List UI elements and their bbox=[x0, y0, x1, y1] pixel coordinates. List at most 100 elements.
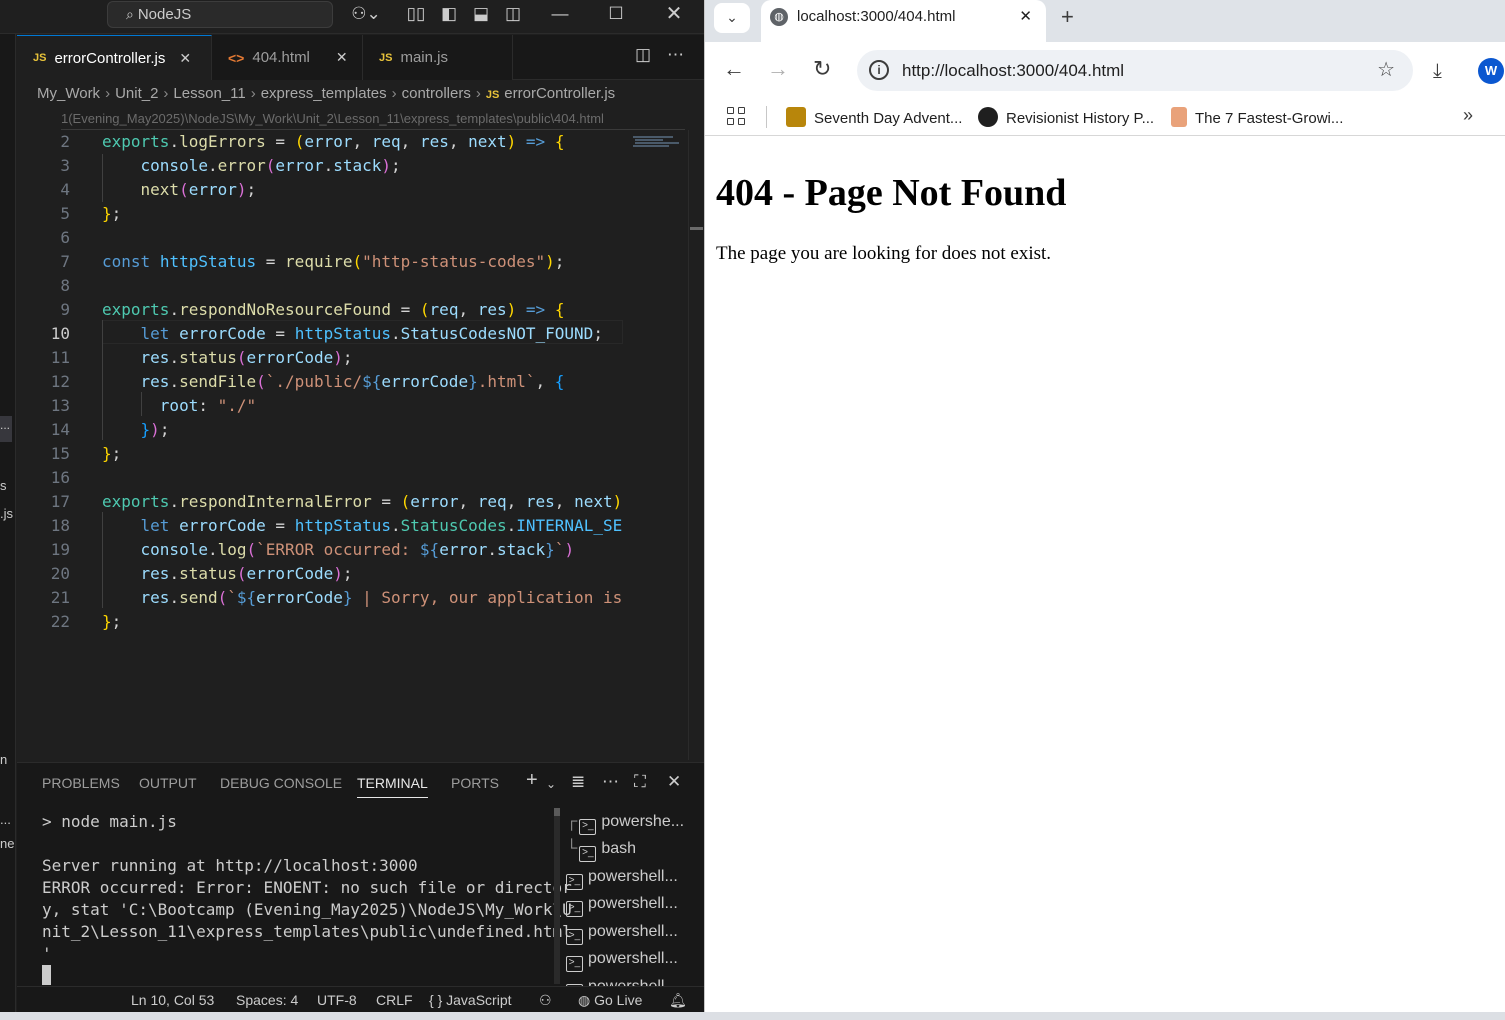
line-number: 20 bbox=[50, 564, 70, 583]
command-center-label: NodeJS bbox=[137, 6, 192, 23]
chevron-right-icon: › bbox=[105, 85, 111, 102]
sidebar-fragment[interactable]: n bbox=[0, 752, 7, 767]
tab-label: errorController.js bbox=[54, 49, 166, 67]
terminal-list-item[interactable]: >_ powershell... bbox=[566, 864, 704, 890]
language-mode[interactable]: { } JavaScript bbox=[429, 987, 512, 1012]
editor-scrollbar[interactable] bbox=[688, 130, 704, 760]
address-bar[interactable]: i http://localhost:3000/404.html ☆ bbox=[857, 50, 1413, 91]
split-editor-icon[interactable]: ◫ bbox=[635, 45, 651, 65]
sidebar-fragment: ... bbox=[0, 418, 11, 432]
page-viewport: 404 - Page Not Found The page you are lo… bbox=[705, 137, 1505, 1012]
minimap[interactable] bbox=[623, 130, 688, 760]
code-line: 10 let errorCode = httpStatus.StatusCode… bbox=[17, 322, 623, 346]
tab-main-js[interactable]: JS main.js bbox=[363, 35, 513, 80]
bookmark-star-icon[interactable]: ☆ bbox=[1377, 50, 1395, 91]
terminal-list-item[interactable]: ┌ >_ powershe... bbox=[566, 809, 704, 835]
sidebar-fragment[interactable]: ... bbox=[0, 812, 11, 827]
encoding[interactable]: UTF-8 bbox=[317, 987, 357, 1012]
tab-404-html[interactable]: <> 404.html ✕ bbox=[212, 35, 363, 80]
go-live-button[interactable]: ◍ Go Live bbox=[578, 987, 642, 1012]
line-number: 3 bbox=[60, 156, 70, 175]
profile-avatar[interactable]: W bbox=[1478, 58, 1504, 84]
bookmark-label: Seventh Day Advent... bbox=[814, 110, 963, 127]
clear-terminal-icon[interactable]: ≣ bbox=[571, 772, 585, 792]
code-text: }; bbox=[102, 204, 122, 223]
close-tab-icon[interactable]: ✕ bbox=[179, 50, 191, 67]
code-text: let errorCode = httpStatus.StatusCodes.I… bbox=[140, 516, 623, 535]
sidebar-fragment[interactable]: s bbox=[0, 478, 7, 493]
toggle-panel-icon[interactable]: ⬓ bbox=[470, 4, 492, 24]
customize-layout-icon[interactable]: ▯▯ bbox=[405, 4, 427, 24]
reload-icon[interactable]: ↻ bbox=[813, 56, 831, 82]
close-tab-icon[interactable]: ✕ bbox=[1019, 0, 1032, 34]
breadcrumb-item[interactable]: My_Work bbox=[37, 85, 100, 102]
sidebar-fragment[interactable]: .js bbox=[0, 506, 13, 521]
indentation[interactable]: Spaces: 4 bbox=[236, 987, 298, 1012]
breadcrumb-item[interactable]: Lesson_11 bbox=[173, 85, 245, 102]
code-editor[interactable]: 2 exports.logErrors = (error, req, res, n… bbox=[17, 130, 623, 760]
terminal-cursor bbox=[42, 965, 51, 985]
close-panel-icon[interactable]: ✕ bbox=[667, 772, 681, 792]
copilot-status-icon[interactable]: ⚇ bbox=[539, 987, 552, 1012]
apps-grid-icon[interactable] bbox=[727, 107, 747, 127]
command-center[interactable]: ⌕ NodeJS bbox=[107, 1, 333, 28]
close-window-icon[interactable]: ✕ bbox=[663, 4, 685, 24]
new-tab-button[interactable]: + bbox=[1061, 4, 1074, 30]
new-terminal-icon[interactable]: + bbox=[526, 769, 538, 792]
terminal-icon: >_ bbox=[566, 901, 583, 917]
terminal-list-item[interactable]: >_ powershell... bbox=[566, 891, 704, 917]
tab-terminal[interactable]: TERMINAL bbox=[357, 775, 428, 798]
bookmark-item[interactable]: The 7 Fastest-Growi... bbox=[1171, 107, 1343, 127]
maximize-icon[interactable]: ☐ bbox=[606, 4, 626, 24]
tab-errorcontroller[interactable]: JS errorController.js ✕ bbox=[17, 35, 212, 80]
tab-problems[interactable]: PROBLEMS bbox=[42, 775, 120, 791]
terminal-list-item[interactable]: >_ powershell... bbox=[566, 946, 704, 972]
code-text: exports.logErrors = (error, req, res, ne… bbox=[102, 132, 565, 151]
terminal-scrollbar[interactable] bbox=[554, 808, 560, 984]
terminal-list-item[interactable]: >_ powershell... bbox=[566, 919, 704, 945]
breadcrumb-item[interactable]: controllers bbox=[402, 85, 471, 102]
breadcrumb-item[interactable]: express_templates bbox=[261, 85, 387, 102]
line-number: 14 bbox=[50, 420, 70, 439]
breadcrumb-item[interactable]: Unit_2 bbox=[115, 85, 158, 102]
bookmark-item[interactable]: Seventh Day Advent... bbox=[786, 107, 962, 127]
code-line: 11 res.status(errorCode); bbox=[17, 346, 623, 370]
more-actions-icon[interactable]: ⋯ bbox=[602, 772, 619, 792]
maximize-panel-icon[interactable]: ⛶ bbox=[634, 772, 646, 792]
breadcrumb-item[interactable]: errorController.js bbox=[504, 85, 615, 102]
line-number: 12 bbox=[50, 372, 70, 391]
toggle-primary-sidebar-icon[interactable]: ◧ bbox=[438, 4, 460, 24]
more-actions-icon[interactable]: ⋯ bbox=[667, 45, 684, 65]
tab-debug-console[interactable]: DEBUG CONSOLE bbox=[220, 775, 342, 791]
chevron-down-icon[interactable]: ⌄ bbox=[546, 777, 556, 791]
line-number: 13 bbox=[50, 396, 70, 415]
terminal-list-item[interactable]: └ >_ bash bbox=[566, 836, 704, 862]
terminal-name: powershell... bbox=[588, 950, 678, 967]
bookmark-item[interactable]: Revisionist History P... bbox=[978, 107, 1154, 127]
terminal-name: powershell... bbox=[588, 895, 678, 912]
sidebar-fragment[interactable]: ne bbox=[0, 836, 14, 851]
copilot-icon[interactable]: ⚇⌄ bbox=[348, 4, 384, 24]
sidebar-selected-item[interactable]: ... bbox=[0, 416, 12, 442]
site-info-icon[interactable]: i bbox=[869, 60, 889, 80]
terminal-icon: >_ bbox=[566, 929, 583, 945]
forward-icon[interactable]: → bbox=[767, 56, 789, 82]
tab-ports[interactable]: PORTS bbox=[451, 775, 499, 791]
scroll-thumb[interactable] bbox=[554, 808, 560, 816]
html-file-icon: <> bbox=[228, 49, 245, 66]
more-bookmarks-icon[interactable]: » bbox=[1463, 105, 1473, 126]
minimize-icon[interactable]: — bbox=[550, 4, 570, 24]
tab-output[interactable]: OUTPUT bbox=[139, 775, 197, 791]
code-text: res.sendFile(`./public/${errorCode}.html… bbox=[140, 372, 565, 391]
notifications-bell-icon[interactable]: 🔔︎ bbox=[669, 987, 687, 1012]
cursor-position[interactable]: Ln 10, Col 53 bbox=[131, 987, 214, 1012]
back-icon[interactable]: ← bbox=[723, 56, 745, 82]
tab-search-button[interactable]: ⌄ bbox=[714, 3, 750, 33]
end-of-line[interactable]: CRLF bbox=[376, 987, 413, 1012]
close-tab-icon[interactable]: ✕ bbox=[336, 49, 348, 66]
terminal-list: ┌ >_ powershe... └ >_ bash >_ powershell... >… bbox=[566, 808, 704, 988]
terminal-output[interactable]: > node main.js Server running at http://… bbox=[42, 811, 572, 987]
toggle-secondary-sidebar-icon[interactable]: ◫ bbox=[502, 4, 524, 24]
download-icon[interactable]: ⤓ bbox=[1433, 60, 1442, 83]
browser-tab[interactable]: ◍ localhost:3000/404.html ✕ bbox=[761, 0, 1046, 42]
